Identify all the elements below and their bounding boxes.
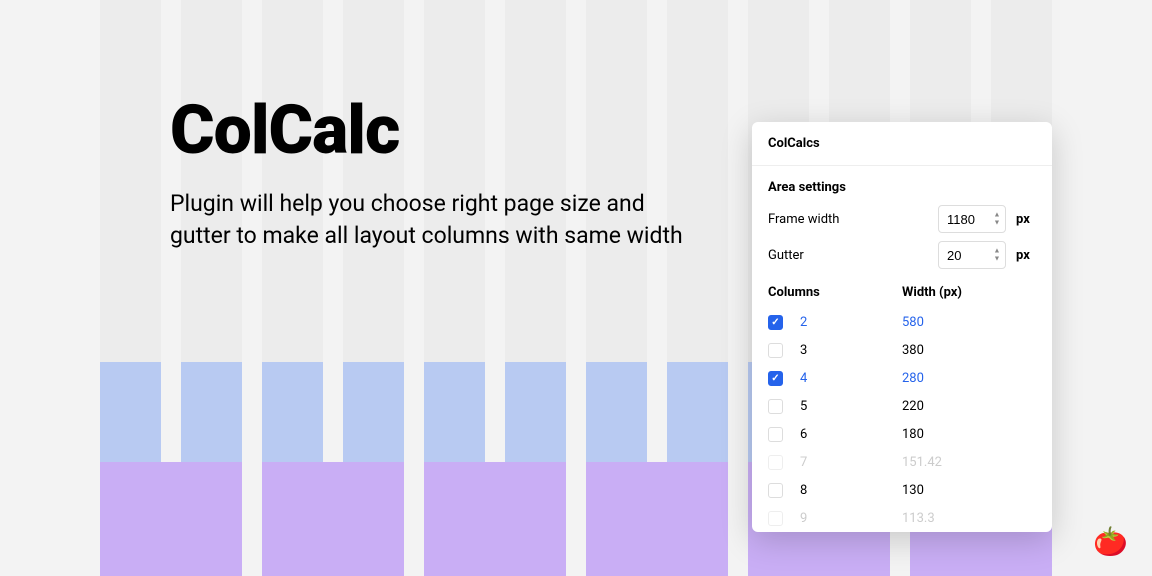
area-settings-heading: Area settings (768, 180, 1036, 195)
column-count: 5 (800, 399, 902, 414)
table-row: 6180 (768, 420, 1036, 448)
column-width: 180 (902, 427, 924, 442)
tomato-icon[interactable]: 🍅 (1093, 525, 1128, 558)
column-width: 130 (902, 483, 924, 498)
column-checkbox[interactable] (768, 399, 783, 414)
chevron-up-icon[interactable]: ▲ (992, 248, 1002, 255)
frame-width-stepper[interactable]: ▲ ▼ (992, 212, 1002, 227)
chevron-down-icon[interactable]: ▼ (992, 256, 1002, 263)
gutter-label: Gutter (768, 248, 938, 263)
gutter-stepper[interactable]: ▲ ▼ (992, 248, 1002, 263)
column-width: 280 (902, 371, 924, 386)
column-count: 7 (800, 455, 902, 470)
column-width: 580 (902, 315, 924, 330)
column-checkbox[interactable] (768, 371, 783, 386)
column-width: 220 (902, 399, 924, 414)
table-row: 4280 (768, 364, 1036, 392)
columns-header: Columns (768, 285, 902, 300)
column-count: 6 (800, 427, 902, 442)
table-row: 9113.3 (768, 504, 1036, 532)
hero-description: Plugin will help you choose right page s… (170, 188, 710, 252)
table-row: 7151.42 (768, 448, 1036, 476)
table-header: Columns Width (px) (768, 285, 1036, 300)
column-checkbox[interactable] (768, 315, 783, 330)
hero-section: ColCalc Plugin will help you choose righ… (170, 90, 710, 252)
column-count: 8 (800, 483, 902, 498)
unit-label: px (1016, 248, 1036, 263)
column-count: 4 (800, 371, 902, 386)
width-header: Width (px) (902, 285, 962, 300)
column-checkbox (768, 511, 783, 526)
panel-title: ColCalcs (752, 122, 1052, 166)
column-checkbox[interactable] (768, 343, 783, 358)
table-row: 2580 (768, 308, 1036, 336)
frame-width-label: Frame width (768, 212, 938, 227)
hero-title: ColCalc (170, 90, 710, 170)
chevron-down-icon[interactable]: ▼ (992, 220, 1002, 227)
column-width: 113.3 (902, 511, 935, 526)
unit-label: px (1016, 212, 1036, 227)
column-count: 3 (800, 343, 902, 358)
column-checkbox[interactable] (768, 427, 783, 442)
column-count: 9 (800, 511, 902, 526)
table-row: 5220 (768, 392, 1036, 420)
column-checkbox (768, 455, 783, 470)
column-checkbox[interactable] (768, 483, 783, 498)
column-count: 2 (800, 315, 902, 330)
column-width: 151.42 (902, 455, 942, 470)
frame-width-row: Frame width ▲ ▼ px (768, 205, 1036, 233)
column-width: 380 (902, 343, 924, 358)
gutter-row: Gutter ▲ ▼ px (768, 241, 1036, 269)
table-row: 8130 (768, 476, 1036, 504)
chevron-up-icon[interactable]: ▲ (992, 212, 1002, 219)
plugin-panel: ColCalcs Area settings Frame width ▲ ▼ p… (752, 122, 1052, 532)
table-row: 3380 (768, 336, 1036, 364)
